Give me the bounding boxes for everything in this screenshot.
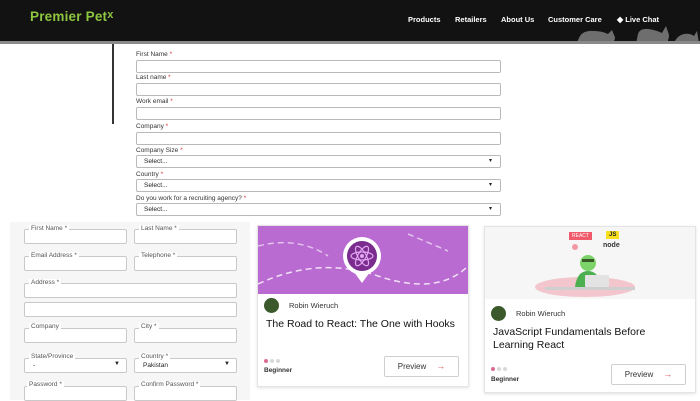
course-title[interactable]: JavaScript Fundamentals Before Learning … bbox=[493, 326, 688, 352]
password-field-label: Password * bbox=[27, 381, 64, 388]
course-level: Beginner bbox=[491, 376, 520, 383]
address-field-label: Address * bbox=[29, 279, 62, 286]
level-indicator-dot bbox=[270, 359, 274, 363]
company-field-label: Company bbox=[29, 323, 61, 330]
confirm-password-field[interactable] bbox=[134, 386, 237, 401]
country-label: Country * bbox=[136, 171, 164, 178]
last-name-field-label: Last Name * bbox=[139, 225, 179, 232]
state-select[interactable]: - ▼ bbox=[24, 358, 127, 373]
company-label: Company * bbox=[136, 123, 169, 130]
select-arrows-icon: ▾ bbox=[488, 158, 492, 164]
last-name-input[interactable] bbox=[136, 83, 501, 96]
first-name-label: First Name * bbox=[136, 51, 173, 58]
preview-button[interactable]: Preview → bbox=[384, 356, 459, 377]
author-avatar bbox=[264, 298, 279, 313]
nav-products[interactable]: Products bbox=[408, 15, 441, 24]
company-size-label: Company Size * bbox=[136, 147, 183, 154]
last-name-label: Last name * bbox=[136, 74, 171, 81]
password-field[interactable] bbox=[24, 386, 127, 401]
nav-retailers[interactable]: Retailers bbox=[455, 15, 487, 24]
author-avatar bbox=[491, 306, 506, 321]
author-name[interactable]: Robin Wieruch bbox=[289, 301, 338, 310]
company-input[interactable] bbox=[136, 132, 501, 145]
first-name-input[interactable] bbox=[136, 60, 501, 73]
telephone-field-label: Telephone * bbox=[139, 252, 178, 259]
level-indicator-dot bbox=[497, 367, 501, 371]
course-title[interactable]: The Road to React: The One with Hooks bbox=[266, 318, 461, 331]
level-indicator-dot bbox=[503, 367, 507, 371]
city-field-label: City * bbox=[139, 323, 159, 330]
state-select-value: - bbox=[33, 362, 36, 369]
city-field[interactable] bbox=[134, 328, 237, 343]
company-size-select[interactable]: Select... ▾ bbox=[136, 155, 501, 168]
first-name-field-label: First Name * bbox=[29, 225, 70, 232]
country-field-label: Country * bbox=[139, 353, 171, 360]
country-field-select[interactable]: Pakistan ▼ bbox=[134, 358, 237, 373]
select-arrows-icon: ▾ bbox=[488, 182, 492, 188]
nav-about-us[interactable]: About Us bbox=[501, 15, 534, 24]
arrow-right-icon: → bbox=[663, 369, 673, 379]
country-select-value: Pakistan bbox=[143, 362, 168, 369]
course-card[interactable]: Robin Wieruch The Road to React: The One… bbox=[257, 225, 469, 387]
developer-illustration-icon bbox=[535, 244, 635, 297]
confirm-password-field-label: Confirm Password * bbox=[139, 381, 201, 388]
work-email-input[interactable] bbox=[136, 107, 501, 120]
work-email-label: Work email * bbox=[136, 98, 173, 105]
address-line2-field[interactable] bbox=[24, 302, 237, 317]
header-divider bbox=[0, 41, 700, 44]
company-field[interactable] bbox=[24, 328, 127, 343]
course-thumbnail bbox=[258, 226, 468, 294]
level-indicator-dot bbox=[264, 359, 268, 363]
brand-logo[interactable]: Premier Petx bbox=[30, 9, 114, 24]
email-field-label: Email Address * bbox=[29, 252, 79, 259]
dropdown-arrow-icon: ▼ bbox=[114, 361, 120, 367]
arrow-right-icon: → bbox=[436, 361, 446, 371]
course-thumbnail: REACT JS node bbox=[485, 227, 695, 299]
preview-button[interactable]: Preview → bbox=[611, 364, 686, 385]
select-arrows-icon: ▾ bbox=[488, 206, 492, 212]
country-select[interactable]: Select... ▾ bbox=[136, 179, 501, 192]
state-select-label: State/Province bbox=[29, 353, 76, 360]
form-vertical-rule bbox=[112, 44, 114, 124]
level-indicator-dot bbox=[491, 367, 495, 371]
level-indicator-dot bbox=[276, 359, 280, 363]
recruiting-agency-label: Do you work for a recruiting agency? * bbox=[136, 195, 247, 202]
react-logo-icon bbox=[258, 233, 468, 285]
course-level: Beginner bbox=[264, 367, 293, 374]
course-card[interactable]: REACT JS node Robin Wieruch JavaScript F… bbox=[484, 226, 696, 393]
dropdown-arrow-icon: ▼ bbox=[224, 361, 230, 367]
author-name[interactable]: Robin Wieruch bbox=[516, 309, 565, 318]
recruiting-agency-select[interactable]: Select... ▾ bbox=[136, 203, 501, 216]
